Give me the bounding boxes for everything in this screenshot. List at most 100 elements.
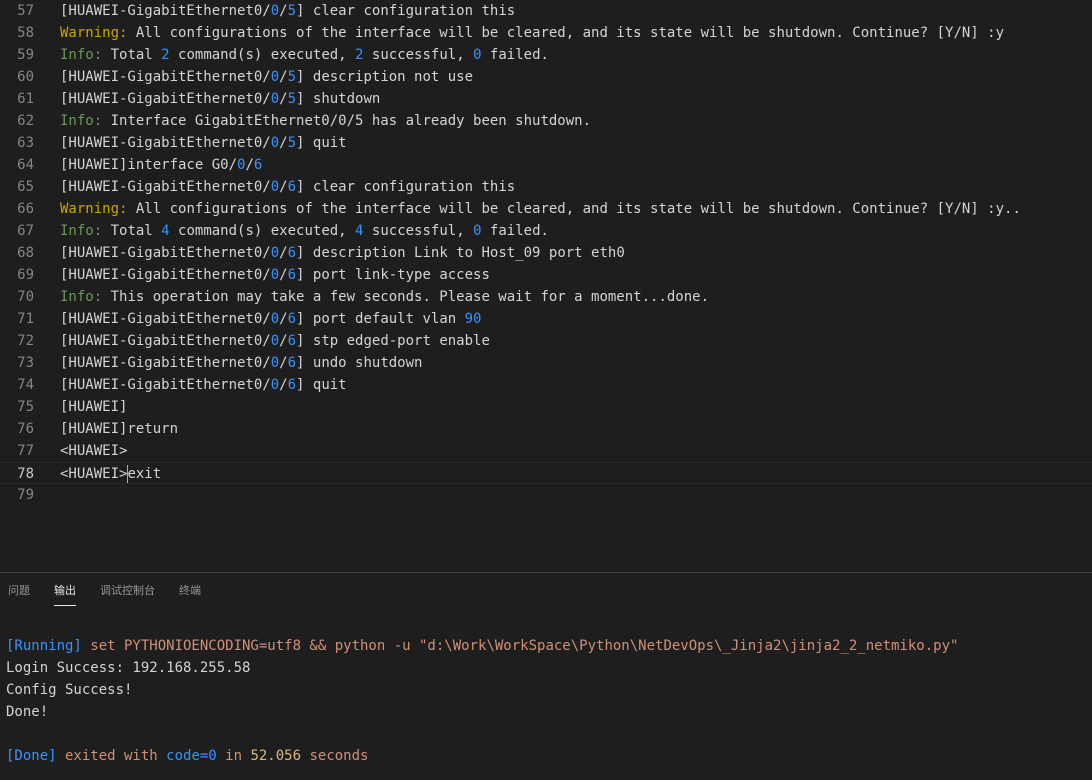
line-code: [HUAWEI-GigabitEthernet0/0/6] stp edged-…: [60, 330, 490, 352]
editor-line[interactable]: 64 [HUAWEI]interface G0/0/6: [0, 154, 1092, 176]
code-token: 6: [287, 355, 297, 371]
code-token: [HUAWEI]interface G0/: [60, 157, 238, 173]
tab-output[interactable]: 输出: [54, 583, 76, 606]
code-token: /: [279, 91, 288, 107]
line-code: [HUAWEI-GigabitEthernet0/0/6] port defau…: [60, 308, 481, 330]
code-token: ] port link-type access: [296, 267, 490, 283]
line-number: 60: [17, 69, 34, 85]
tab-debug-console[interactable]: 调试控制台: [100, 583, 155, 605]
code-token: ] clear configuration this: [296, 3, 516, 19]
code-token: 5: [287, 135, 297, 151]
code-editor[interactable]: 57 [HUAWEI-GigabitEthernet0/0/5] clear co…: [0, 0, 1092, 572]
code-token: [HUAWEI-GigabitEthernet0/: [60, 69, 271, 85]
code-token: 6: [253, 157, 263, 173]
code-token: ] description Link to Host_09 port eth0: [296, 245, 625, 261]
editor-line[interactable]: 73 [HUAWEI-GigabitEthernet0/0/6] undo shu…: [0, 352, 1092, 374]
line-number: 65: [17, 179, 34, 195]
code-token: [HUAWEI]: [60, 399, 128, 415]
editor-line[interactable]: 59 Info: Total 2 command(s) executed, 2 s…: [0, 44, 1092, 66]
line-code: [HUAWEI-GigabitEthernet0/0/6] undo shutd…: [60, 352, 422, 374]
code-token: [HUAWEI-GigabitEthernet0/: [60, 311, 271, 327]
code-token: 5: [287, 69, 297, 85]
tab-terminal[interactable]: 终端: [179, 583, 201, 605]
line-code: [HUAWEI-GigabitEthernet0/0/6] descriptio…: [60, 242, 625, 264]
code-token: Info:: [60, 289, 103, 305]
editor-line[interactable]: 78 <HUAWEI>exit: [0, 462, 1092, 484]
line-number: 57: [17, 3, 34, 19]
code-token: [HUAWEI-GigabitEthernet0/: [60, 179, 271, 195]
editor-line[interactable]: 65 [HUAWEI-GigabitEthernet0/0/6] clear co…: [0, 176, 1092, 198]
code-token: Total: [102, 47, 162, 63]
seconds-value: 52.056: [250, 748, 302, 764]
editor-line[interactable]: 69 [HUAWEI-GigabitEthernet0/0/6] port lin…: [0, 264, 1092, 286]
line-code: Warning: All configurations of the inter…: [60, 198, 1021, 220]
editor-line[interactable]: 67 Info: Total 4 command(s) executed, 4 s…: [0, 220, 1092, 242]
editor-line[interactable]: 71 [HUAWEI-GigabitEthernet0/0/6] port def…: [0, 308, 1092, 330]
code-token: /: [279, 333, 288, 349]
output-config-line: Config Success!: [6, 682, 133, 698]
code-token: /: [279, 69, 288, 85]
line-number: 75: [17, 399, 34, 415]
line-number: 68: [17, 245, 34, 261]
editor-line[interactable]: 62 Info: Interface GigabitEthernet0/0/5 h…: [0, 110, 1092, 132]
editor-line[interactable]: 66 Warning: All configurations of the int…: [0, 198, 1092, 220]
code-token: 6: [287, 333, 297, 349]
code-token: [HUAWEI-GigabitEthernet0/: [60, 135, 271, 151]
output-done-line: Done!: [6, 704, 49, 720]
editor-line[interactable]: 63 [HUAWEI-GigabitEthernet0/0/5] quit: [0, 132, 1092, 154]
editor-line[interactable]: 68 [HUAWEI-GigabitEthernet0/0/6] descript…: [0, 242, 1092, 264]
code-token: 6: [287, 377, 297, 393]
code-token: All configurations of the interface will…: [127, 25, 1005, 41]
editor-line[interactable]: 77 <HUAWEI>: [0, 440, 1092, 462]
editor-line[interactable]: 61 [HUAWEI-GigabitEthernet0/0/5] shutdown: [0, 88, 1092, 110]
code-token: successful,: [363, 47, 474, 63]
editor-line[interactable]: 75 [HUAWEI]: [0, 396, 1092, 418]
editor-line[interactable]: 70 Info: This operation may take a few se…: [0, 286, 1092, 308]
line-code: <HUAWEI>: [60, 440, 127, 462]
code-token: ] quit: [296, 135, 347, 151]
code-token: ] clear configuration this: [296, 179, 516, 195]
editor-line[interactable]: 74 [HUAWEI-GigabitEthernet0/0/6] quit: [0, 374, 1092, 396]
code-token: /: [279, 135, 288, 151]
output-exit-line: [Done] exited with code=0 in 52.056 seco…: [0, 745, 1092, 767]
editor-line[interactable]: 79: [0, 484, 1092, 506]
line-code: [HUAWEI-GigabitEthernet0/0/5] clear conf…: [60, 0, 515, 22]
code-token: command(s) executed,: [169, 223, 356, 239]
line-code: [HUAWEI-GigabitEthernet0/0/5] shutdown: [60, 88, 380, 110]
panel-tabs: 问题 输出 调试控制台 终端: [0, 573, 1092, 609]
editor-line[interactable]: 57 [HUAWEI-GigabitEthernet0/0/5] clear co…: [0, 0, 1092, 22]
editor-line[interactable]: 58 Warning: All configurations of the int…: [0, 22, 1092, 44]
code-token: [HUAWEI-GigabitEthernet0/: [60, 91, 271, 107]
line-code: Info: Total 2 command(s) executed, 2 suc…: [60, 44, 549, 66]
code-token: successful,: [363, 223, 474, 239]
code-token: failed.: [481, 223, 549, 239]
line-number: 72: [17, 333, 34, 349]
code-token: 6: [287, 245, 297, 261]
code-token: 90: [464, 311, 482, 327]
editor-line[interactable]: 72 [HUAWEI-GigabitEthernet0/0/6] stp edge…: [0, 330, 1092, 352]
code-token: <HUAWEI>: [60, 443, 128, 459]
code-token: 0: [473, 47, 482, 63]
code-token: Warning:: [60, 201, 128, 217]
line-number: 74: [17, 377, 34, 393]
code-token: 0: [270, 69, 280, 85]
code-token: ] description not use: [296, 69, 474, 85]
tab-problems[interactable]: 问题: [8, 583, 30, 605]
code-token: 6: [287, 179, 297, 195]
editor-line[interactable]: 60 [HUAWEI-GigabitEthernet0/0/5] descript…: [0, 66, 1092, 88]
code-token: ] port default vlan: [296, 311, 465, 327]
editor-line[interactable]: 76 [HUAWEI]return: [0, 418, 1092, 440]
code-token: ] quit: [296, 377, 347, 393]
line-code: [HUAWEI-GigabitEthernet0/0/6] clear conf…: [60, 176, 515, 198]
line-number: 63: [17, 135, 34, 151]
line-number: 76: [17, 421, 34, 437]
code-token: ] shutdown: [296, 91, 381, 107]
exited-text: exited with: [56, 748, 167, 764]
line-code: <HUAWEI>exit: [60, 463, 161, 485]
code-token: This operation may take a few seconds. P…: [102, 289, 710, 305]
line-code: Info: This operation may take a few seco…: [60, 286, 709, 308]
code-token: Info:: [60, 223, 103, 239]
code-token: [HUAWEI-GigabitEthernet0/: [60, 355, 271, 371]
code-token: 4: [161, 223, 170, 239]
code-token: [HUAWEI-GigabitEthernet0/: [60, 267, 271, 283]
